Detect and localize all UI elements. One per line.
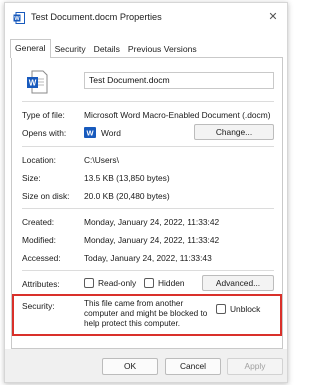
separator [22,270,274,271]
size-on-disk-label: Size on disk: [22,191,70,201]
svg-text:W: W [29,79,37,88]
separator [22,146,274,147]
opens-with-value: Word [101,128,121,138]
tab-strip: General Security Details Previous Versio… [10,39,201,58]
accessed-label: Accessed: [22,253,61,263]
ok-button[interactable]: OK [102,358,158,375]
separator [22,101,274,102]
word-app-icon: W [84,127,96,138]
unblock-checkbox[interactable]: Unblock [216,304,260,314]
close-icon[interactable]: ✕ [265,9,281,25]
general-panel: W Test Document.docm Type of file: Micro… [11,57,283,349]
type-label: Type of file: [22,110,65,120]
dialog-footer: OK Cancel Apply [5,349,287,382]
size-value: 13.5 KB (13,850 bytes) [84,173,170,183]
tab-previous-versions[interactable]: Previous Versions [124,40,201,58]
change-button[interactable]: Change... [194,124,274,140]
apply-button[interactable]: Apply [227,358,283,375]
word-file-icon: W [27,70,48,94]
type-value: Microsoft Word Macro-Enabled Document (.… [84,110,271,120]
separator [22,208,274,209]
hidden-label: Hidden [158,278,185,288]
modified-label: Modified: [22,235,56,245]
opens-with-label: Opens with: [22,128,67,138]
security-label: Security: [22,301,55,311]
accessed-value: Today, January 24, 2022, 11:33:43 [84,253,212,263]
tab-general[interactable]: General [10,39,51,58]
opens-with-value-row: W Word [84,127,121,138]
modified-value: Monday, January 24, 2022, 11:33:42 [84,235,220,245]
tab-details[interactable]: Details [90,40,124,58]
unblock-label: Unblock [230,304,261,314]
created-value: Monday, January 24, 2022, 11:33:42 [84,217,220,227]
location-value: C:\Users\ [84,155,119,165]
checkbox-box[interactable] [84,278,94,288]
properties-dialog: W Test Document.docm Properties ✕ Genera… [4,2,288,383]
file-name-field[interactable]: Test Document.docm [84,72,274,89]
size-on-disk-value: 20.0 KB (20,480 bytes) [84,191,170,201]
checkbox-box[interactable] [144,278,154,288]
word-document-icon: W [13,12,25,24]
advanced-button[interactable]: Advanced... [202,275,274,291]
attributes-label: Attributes: [22,279,60,289]
tab-security[interactable]: Security [51,40,90,58]
cancel-button[interactable]: Cancel [165,358,221,375]
size-label: Size: [22,173,41,183]
security-message: This file came from another computer and… [84,299,208,328]
window-title: Test Document.docm Properties [31,12,162,22]
read-only-checkbox[interactable]: Read-only [84,278,136,288]
created-label: Created: [22,217,55,227]
title-bar: W Test Document.docm Properties ✕ [5,3,287,33]
hidden-checkbox[interactable]: Hidden [144,278,185,288]
svg-text:W: W [86,129,94,138]
read-only-label: Read-only [98,278,137,288]
checkbox-box[interactable] [216,304,226,314]
location-label: Location: [22,155,56,165]
svg-text:W: W [14,16,20,22]
